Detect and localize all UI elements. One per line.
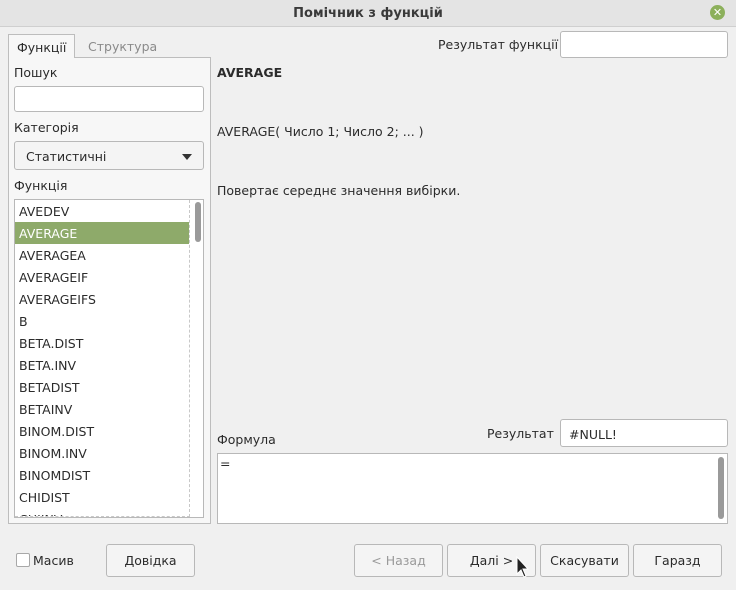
function-list-item[interactable]: BETA.DIST [15,332,189,354]
function-name-heading: AVERAGE [217,65,283,80]
function-list-item[interactable]: BETA.INV [15,354,189,376]
function-description: Повертає середнє значення вибірки. [217,183,461,198]
function-list-items: AVEDEV AVERAGE AVERAGEA AVERAGEIF AVERAGEIFS… [15,200,190,517]
search-input[interactable] [14,86,204,112]
close-icon[interactable]: ✕ [710,5,725,20]
formula-editor[interactable]: = [217,453,728,524]
back-button[interactable]: < Назад [354,544,443,577]
array-checkbox[interactable] [16,553,30,567]
formula-text: = [220,456,231,471]
formula-scrollbar[interactable] [718,457,724,519]
array-label: Масив [33,553,74,568]
chevron-down-icon [182,154,192,160]
function-list-item[interactable]: AVERAGE [15,222,189,244]
function-list-item[interactable]: CHIDIST [15,486,189,508]
function-list-item[interactable]: AVERAGEIFS [15,288,189,310]
function-list-item[interactable]: B [15,310,189,332]
function-list-item[interactable]: CHIINV [15,508,189,516]
function-list-item[interactable]: AVERAGEA [15,244,189,266]
tab-structure[interactable]: Структура [80,34,165,58]
function-label: Функція [14,178,68,193]
function-result-label: Результат функції [438,37,559,52]
function-result-field[interactable] [560,31,728,58]
cancel-button[interactable]: Скасувати [540,544,629,577]
category-value: Статистичні [26,149,107,164]
category-select[interactable]: Статистичні [14,141,204,170]
help-button[interactable]: Довідка [106,544,195,577]
function-list-item[interactable]: BINOMDIST [15,464,189,486]
function-list-scrollbar[interactable] [195,202,201,242]
function-list-item[interactable]: AVEDEV [15,200,189,222]
result-label: Результат [487,426,554,441]
title-bar: Помічник з функцій ✕ [0,0,736,27]
ok-button[interactable]: Гаразд [633,544,722,577]
function-list-item[interactable]: BETAINV [15,398,189,420]
mouse-cursor-icon [516,556,530,578]
function-list-item[interactable]: BINOM.DIST [15,420,189,442]
tab-functions[interactable]: Функції [8,34,75,58]
result-field: #NULL! [560,419,728,447]
search-label: Пошук [14,65,58,80]
category-label: Категорія [14,120,79,135]
function-list-item[interactable]: BINOM.INV [15,442,189,464]
function-list-item[interactable]: BETADIST [15,376,189,398]
function-list[interactable]: AVEDEV AVERAGE AVERAGEA AVERAGEIF AVERAGEIFS… [14,199,204,518]
function-list-item[interactable]: AVERAGEIF [15,266,189,288]
formula-label: Формула [217,432,276,447]
window-title: Помічник з функцій [293,6,443,21]
function-syntax: AVERAGE( Число 1; Число 2; ... ) [217,124,424,139]
